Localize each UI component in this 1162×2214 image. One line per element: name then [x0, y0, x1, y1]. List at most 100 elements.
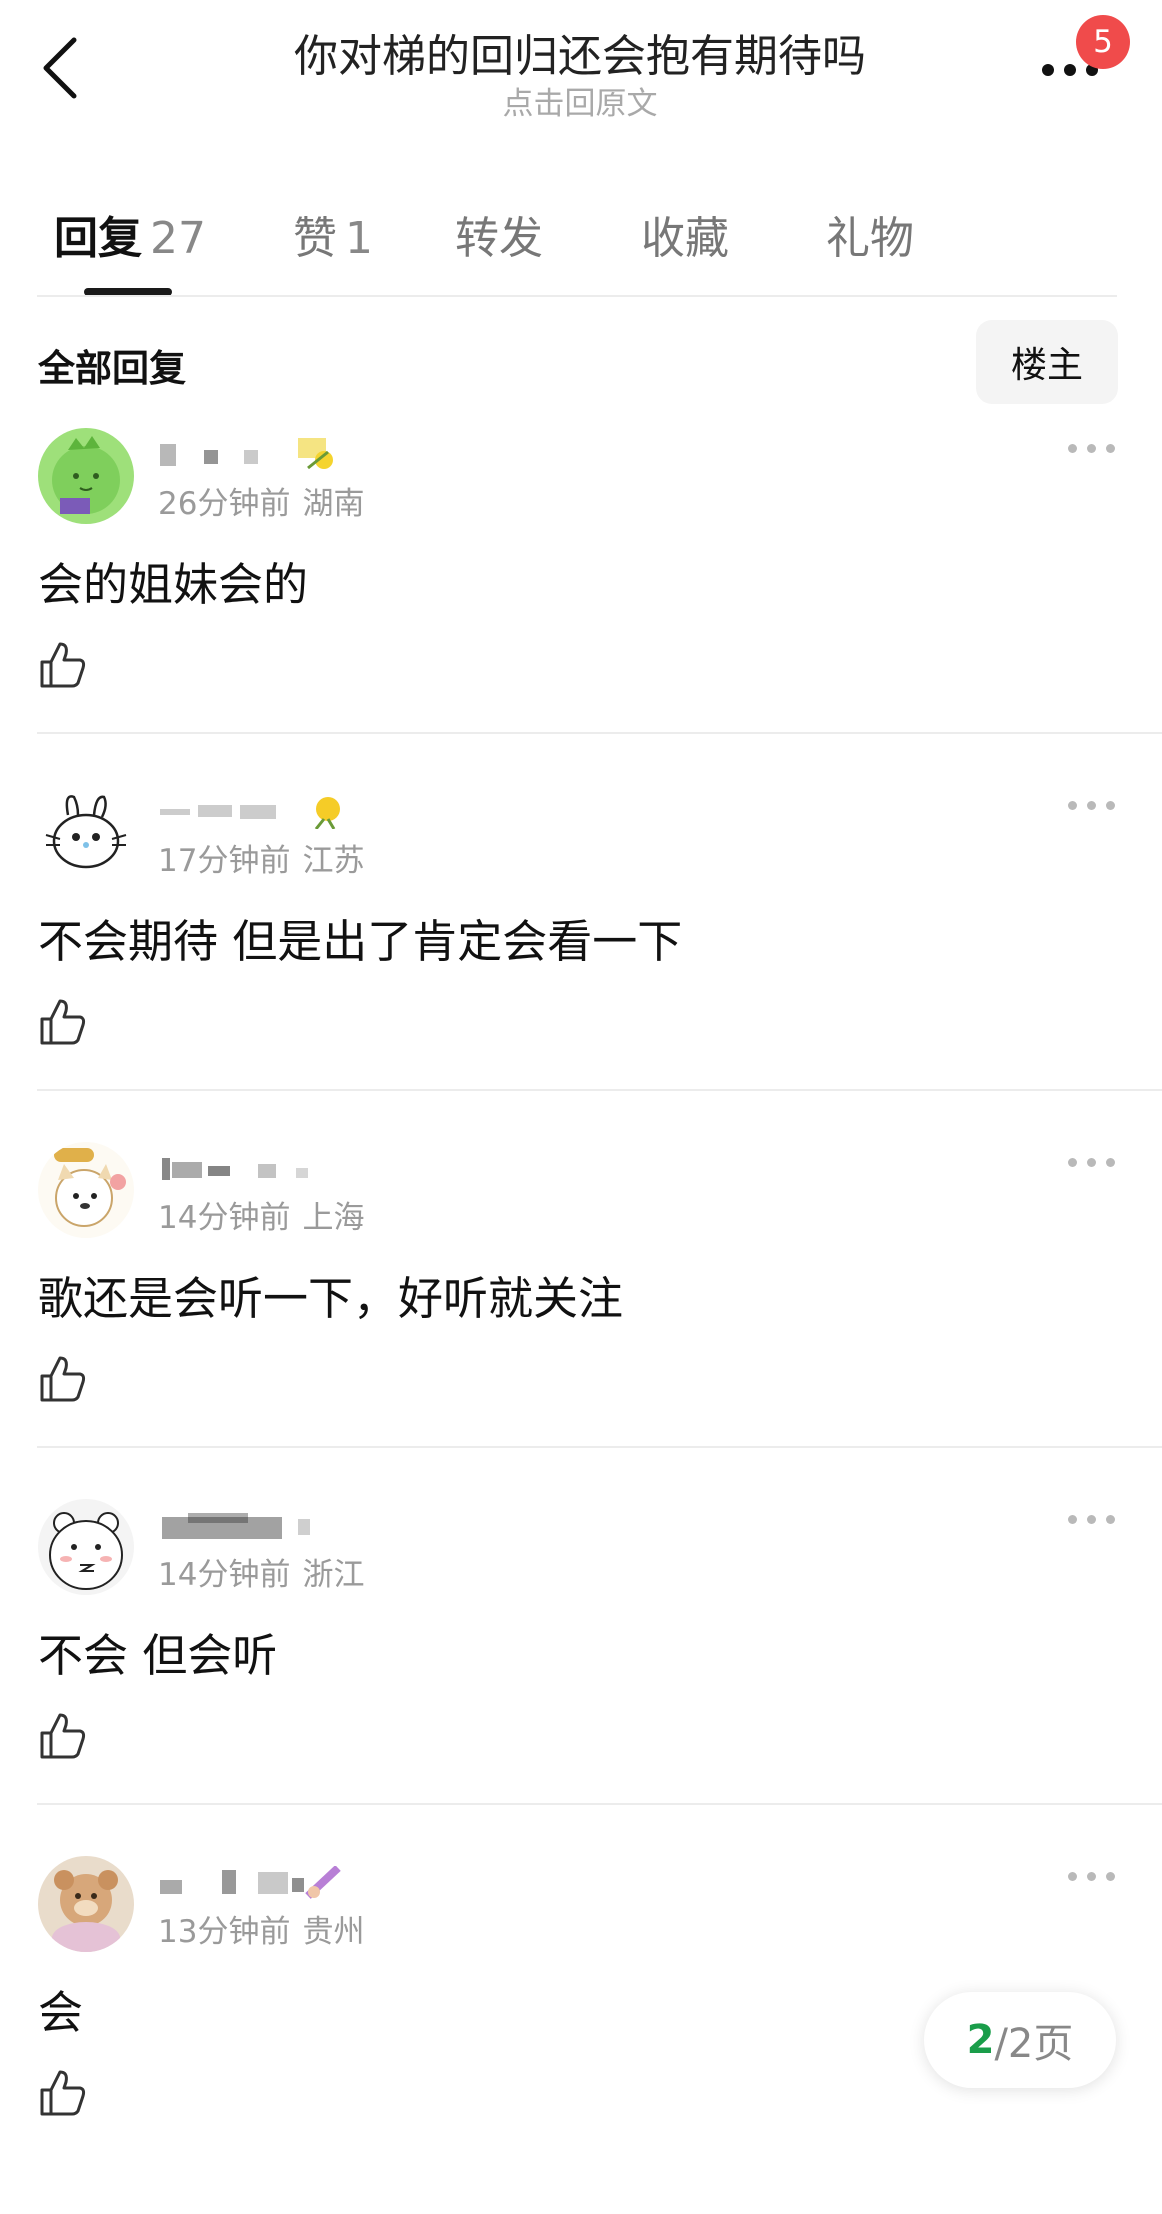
like-button[interactable] — [38, 997, 88, 1047]
comment-divider — [37, 1089, 1162, 1091]
like-button[interactable] — [38, 640, 88, 690]
top-bar: 你对梯的回归还会抱有期待吗 点击回原文 5 — [0, 0, 1162, 150]
comment-location: 上海 — [302, 1200, 365, 1236]
more-dot — [1087, 1872, 1096, 1881]
username-redacted[interactable] — [158, 1865, 358, 1900]
comment-text: 歌还是会听一下，好听就关注 — [38, 1272, 624, 1325]
op-only-filter-button[interactable]: 楼主 — [976, 320, 1118, 404]
comment-more-button[interactable] — [1068, 1868, 1116, 1884]
more-dots-icon — [1068, 444, 1077, 453]
thumbs-up-icon — [40, 642, 86, 688]
username-redacted[interactable] — [158, 795, 358, 830]
comment-more-button[interactable] — [1068, 797, 1116, 813]
comment-time: 13分钟前 — [158, 1914, 291, 1950]
comment-meta: 13分钟前 贵州 — [158, 1906, 364, 1951]
page-indicator[interactable]: 2/2页 — [924, 1992, 1116, 2088]
avatar[interactable] — [38, 1856, 134, 1952]
green-dino-avatar-icon — [38, 428, 134, 524]
post-title: 你对梯的回归还会抱有期待吗 — [294, 31, 866, 82]
more-dots-icon — [1068, 801, 1077, 810]
blurred-username — [160, 797, 340, 830]
tab-label: 礼物 — [826, 213, 914, 264]
more-dot — [1106, 444, 1115, 453]
tab-replies[interactable]: 回复 27 — [54, 202, 206, 266]
more-dot — [1106, 1515, 1115, 1524]
tab-count: 27 — [150, 213, 206, 264]
avatar[interactable] — [38, 785, 134, 881]
comment-item: 26分钟前 湖南 会的姐妹会的 — [0, 428, 1162, 786]
more-dots-icon — [1068, 1872, 1077, 1881]
comment-text: 不会期待 但是出了肯定会看一下 — [38, 915, 683, 968]
comment-item: 14分钟前 上海 歌还是会听一下，好听就关注 — [0, 1142, 1162, 1500]
section-title: 全部回复 — [38, 347, 186, 390]
comment-more-button[interactable] — [1068, 1154, 1116, 1170]
tab-label: 赞 — [293, 213, 337, 264]
thumbs-up-icon — [40, 2070, 86, 2116]
comment-time: 17分钟前 — [158, 843, 291, 879]
tabs-divider — [37, 295, 1117, 297]
more-dot — [1106, 801, 1115, 810]
thumbs-up-icon — [40, 1356, 86, 1402]
doodle-bunny-avatar-icon — [38, 785, 134, 881]
total-pages: /2页 — [994, 2021, 1074, 2067]
avatar[interactable] — [38, 1499, 134, 1595]
comment-more-button[interactable] — [1068, 1511, 1116, 1527]
thumbs-up-icon — [40, 1713, 86, 1759]
more-dots-icon — [1068, 1515, 1077, 1524]
comment-item: 14分钟前 浙江 不会 但会听 — [0, 1499, 1162, 1857]
comment-time: 14分钟前 — [158, 1557, 291, 1593]
blurred-username — [162, 1513, 310, 1539]
more-dot — [1106, 1158, 1115, 1167]
username-redacted[interactable] — [158, 1152, 358, 1214]
avatar[interactable] — [38, 428, 134, 524]
more-dot — [1064, 64, 1076, 76]
white-bear-avatar-icon — [38, 1499, 134, 1595]
username-redacted[interactable] — [158, 1509, 358, 1543]
tab-label: 收藏 — [641, 213, 729, 264]
tab-likes[interactable]: 赞1 — [293, 202, 373, 266]
more-dots-icon — [1068, 1158, 1077, 1167]
tab-gifts[interactable]: 礼物 — [826, 202, 914, 266]
more-dot — [1087, 444, 1096, 453]
thumbs-up-icon — [40, 999, 86, 1045]
current-page: 2 — [966, 2017, 995, 2063]
comment-time: 26分钟前 — [158, 486, 291, 522]
comment-location: 湖南 — [302, 486, 365, 522]
comment-location: 浙江 — [302, 1557, 365, 1593]
plush-bear-avatar-icon — [38, 1856, 134, 1952]
comment-divider — [37, 1446, 1162, 1448]
chevron-left-icon — [43, 37, 77, 99]
comment-more-button[interactable] — [1068, 440, 1116, 456]
back-button[interactable] — [30, 28, 90, 108]
like-button[interactable] — [38, 1354, 88, 1404]
more-dot — [1087, 801, 1096, 810]
comment-text: 不会 但会听 — [38, 1629, 278, 1682]
comment-divider — [37, 1803, 1162, 1805]
comment-location: 江苏 — [302, 843, 365, 879]
more-dot — [1087, 1515, 1096, 1524]
more-dot — [1106, 1872, 1115, 1881]
comment-time: 14分钟前 — [158, 1200, 291, 1236]
comment-item: 17分钟前 江苏 不会期待 但是出了肯定会看一下 — [0, 785, 1162, 1143]
tab-label: 转发 — [455, 213, 543, 264]
avatar[interactable] — [38, 1142, 134, 1238]
more-dot — [1087, 1158, 1096, 1167]
back-to-original-link[interactable]: 点击回原文 — [440, 78, 720, 123]
tab-reposts[interactable]: 转发 — [455, 202, 543, 266]
like-button[interactable] — [38, 2068, 88, 2118]
comment-meta: 14分钟前 上海 — [158, 1192, 364, 1237]
comment-meta: 26分钟前 湖南 — [158, 478, 364, 523]
comment-text: 会 — [38, 1986, 84, 2039]
more-dots-icon — [1042, 64, 1054, 76]
puppy-sticker-avatar-icon — [38, 1142, 134, 1238]
comment-meta: 17分钟前 江苏 — [158, 835, 364, 880]
like-button[interactable] — [38, 1711, 88, 1761]
comment-divider — [37, 732, 1162, 734]
blurred-username — [160, 438, 333, 470]
notification-badge: 5 — [1076, 15, 1130, 69]
comment-meta: 14分钟前 浙江 — [158, 1549, 364, 1594]
tab-favorites[interactable]: 收藏 — [641, 202, 729, 266]
username-redacted[interactable] — [158, 438, 358, 472]
blurred-username — [160, 1865, 341, 1899]
tab-label: 回复 — [54, 213, 142, 264]
